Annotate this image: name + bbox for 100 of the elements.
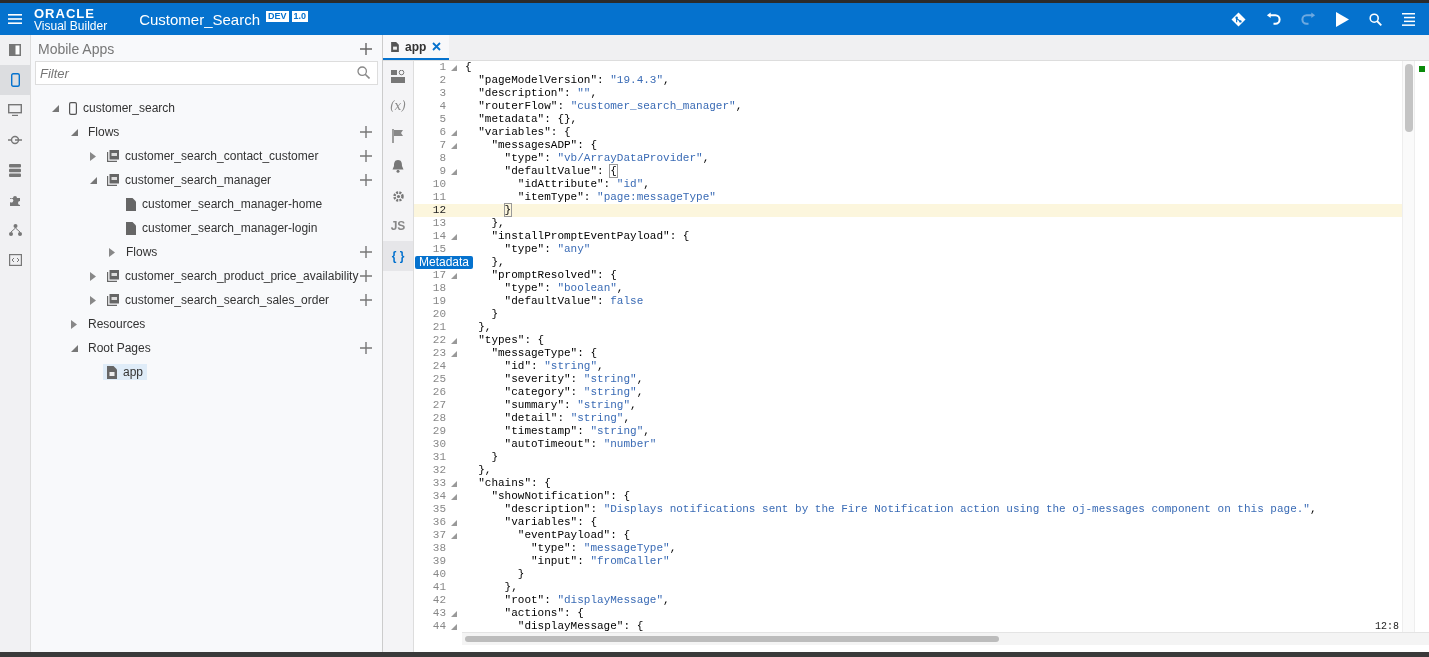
flag-icon[interactable] [392, 129, 404, 143]
tooltip: Metadata [415, 256, 474, 269]
collapse-arrow-icon[interactable] [89, 176, 97, 184]
code-icon[interactable] [8, 254, 22, 266]
logo-wordmark: ORACLE [34, 6, 96, 20]
scrollbar-thumb[interactable] [1405, 64, 1413, 132]
code-line: "metadata": {}, [477, 113, 578, 126]
tree-item[interactable]: Resources [84, 316, 150, 332]
fold-arrow-icon[interactable] [451, 337, 457, 344]
tree-item[interactable]: customer_search_product_price_availability [103, 268, 363, 284]
line-number: 42 [432, 594, 446, 606]
code-line: "description": "", [477, 87, 598, 100]
line-number: 32 [432, 464, 446, 476]
expand-arrow-icon[interactable] [90, 271, 96, 281]
tree-item[interactable]: customer_search_search_sales_order [103, 292, 334, 308]
expand-arrow-icon[interactable] [71, 319, 77, 329]
line-number: 13 [432, 217, 446, 229]
fold-arrow-icon[interactable] [451, 129, 457, 136]
database-icon[interactable] [9, 163, 21, 177]
bell-icon[interactable] [392, 159, 404, 173]
fold-arrow-icon[interactable] [451, 168, 457, 175]
tree-item[interactable]: customer_search_manager-home [122, 196, 327, 212]
layout-icon[interactable] [391, 69, 405, 83]
code-line: "messagesADP": { [490, 139, 598, 152]
search-icon[interactable] [357, 66, 370, 79]
code-line: "itemType": "page:messageType" [516, 191, 716, 204]
fold-arrow-icon[interactable] [451, 493, 457, 500]
line-number: 18 [432, 282, 446, 294]
fold-arrow-icon[interactable] [451, 532, 457, 539]
fold-arrow-icon[interactable] [451, 610, 457, 617]
add-icon[interactable] [360, 126, 372, 138]
puzzle-icon[interactable] [8, 193, 22, 207]
panel-title: Mobile Apps [38, 41, 115, 57]
add-icon[interactable] [360, 294, 372, 306]
editor-tab[interactable]: app [383, 35, 450, 60]
fold-arrow-icon[interactable] [451, 272, 457, 279]
fold-arrow-icon[interactable] [451, 64, 457, 71]
fold-arrow-icon[interactable] [451, 480, 457, 487]
play-icon[interactable] [1336, 11, 1349, 27]
line-number: 24 [432, 360, 446, 372]
fold-arrow-icon[interactable] [451, 519, 457, 526]
code-line: "defaultValue": false [503, 295, 644, 308]
code-line: "idAttribute": "id", [516, 178, 650, 191]
expand-arrow-icon[interactable] [90, 295, 96, 305]
add-icon[interactable] [360, 150, 372, 162]
expand-arrow-icon[interactable] [90, 151, 96, 161]
add-icon[interactable] [360, 246, 372, 258]
fold-arrow-icon[interactable] [451, 350, 457, 357]
line-number: 2 [439, 74, 446, 86]
line-number: 27 [432, 399, 446, 411]
tree-item[interactable]: Flows [122, 244, 162, 260]
collapse-panel-icon[interactable] [9, 44, 21, 56]
search-icon[interactable] [1369, 12, 1382, 26]
code-line: "variables": { [503, 516, 598, 529]
settings-icon[interactable] [391, 189, 405, 203]
expand-arrow-icon[interactable] [109, 247, 115, 257]
tree-item[interactable]: customer_search [65, 100, 180, 116]
product-name: Visual Builder [34, 19, 108, 32]
code-line: "type": "any" [503, 243, 591, 256]
line-number: 12 [432, 204, 446, 216]
menu-icon[interactable] [1402, 12, 1415, 26]
collapse-arrow-icon[interactable] [51, 104, 59, 112]
code-line: } [516, 568, 525, 581]
close-icon[interactable] [432, 42, 442, 51]
tree-item[interactable]: Root Pages [84, 340, 155, 356]
code-line: "types": { [477, 334, 545, 347]
collapse-arrow-icon[interactable] [70, 128, 78, 136]
line-number: 26 [432, 386, 446, 398]
code-line: "type": "messageType", [530, 542, 677, 555]
git-icon[interactable] [1231, 11, 1246, 27]
add-icon[interactable] [360, 174, 372, 186]
mobile-icon[interactable] [10, 73, 20, 87]
code-line: "description": "Displays notifications sent by the Fire Notification action using the oj-messages component on this page.", [503, 503, 1317, 516]
code-line: "showNotification": { [490, 490, 631, 503]
code-line: "messageType": { [490, 347, 598, 360]
tree-item[interactable]: app [103, 364, 148, 380]
undo-icon[interactable] [1266, 12, 1281, 26]
filter-field[interactable]: Filter [35, 61, 378, 85]
code-line: "category": "string", [503, 386, 644, 399]
add-icon[interactable] [360, 270, 372, 282]
tree-item[interactable]: customer_search_manager [103, 172, 276, 188]
line-number: 21 [432, 321, 446, 333]
menu-icon[interactable] [8, 13, 22, 25]
add-icon[interactable] [360, 342, 372, 354]
fold-arrow-icon[interactable] [451, 233, 457, 240]
code-line: "promptResolved": { [490, 269, 617, 282]
scrollbar-thumb[interactable] [465, 636, 999, 642]
collapse-arrow-icon[interactable] [70, 344, 78, 352]
fold-arrow-icon[interactable] [451, 623, 457, 630]
tree-item[interactable]: Flows [84, 124, 124, 140]
tree-item[interactable]: customer_search_contact_customer [103, 148, 323, 164]
plug-icon[interactable] [8, 135, 22, 145]
fold-arrow-icon[interactable] [451, 142, 457, 149]
hierarchy-icon[interactable] [8, 224, 22, 236]
monitor-icon[interactable] [8, 104, 22, 116]
line-number: 11 [432, 191, 446, 203]
code-line: }, [503, 581, 518, 594]
add-icon[interactable] [360, 43, 372, 55]
line-number: 17 [432, 269, 446, 281]
tree-item[interactable]: customer_search_manager-login [122, 220, 322, 236]
